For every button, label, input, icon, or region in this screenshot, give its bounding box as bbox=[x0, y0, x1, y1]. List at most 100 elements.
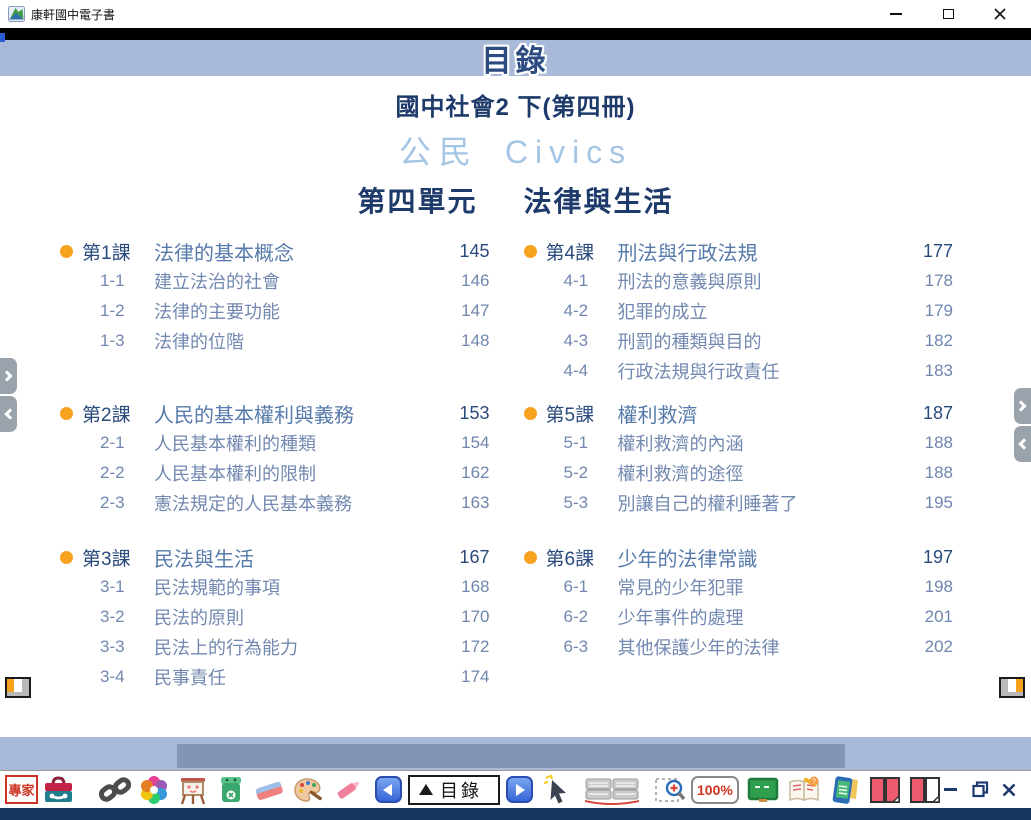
lesson-page: 187 bbox=[899, 403, 953, 424]
easel-icon[interactable] bbox=[177, 775, 209, 805]
toc-lesson-header[interactable]: 第2課 人民的基本權利與義務 153 bbox=[60, 398, 490, 428]
lesson-title: 刑法與行政法規 bbox=[618, 237, 900, 266]
toc-column-left: 第1課 法律的基本概念 145 1-1 建立法治的社會 146 1-2 法律的主… bbox=[60, 236, 490, 692]
eraser-icon[interactable] bbox=[253, 777, 285, 803]
expert-button-left[interactable]: 專家 bbox=[5, 775, 38, 804]
lesson-number: 第2課 bbox=[82, 400, 154, 427]
section-number: 3-1 bbox=[100, 577, 154, 597]
section-page: 163 bbox=[436, 493, 490, 513]
toc-lesson: 第3課 民法與生活 167 3-1 民法規範的事項 168 3-2 民法的原則 … bbox=[60, 542, 490, 692]
lesson-page: 197 bbox=[899, 547, 953, 568]
toc-column-right: 第4課 刑法與行政法規 177 4-1 刑法的意義與原則 178 4-2 犯罪的… bbox=[524, 236, 954, 692]
left-panel-collapse-tab[interactable] bbox=[0, 396, 17, 432]
page-corner-right-icon[interactable] bbox=[999, 677, 1025, 698]
toc-section-row[interactable]: 1-3 法律的位階 148 bbox=[60, 326, 490, 356]
zoom-in-icon[interactable] bbox=[655, 775, 687, 805]
zoom-level[interactable]: 100% bbox=[691, 776, 739, 804]
toc-section-row[interactable]: 1-1 建立法治的社會 146 bbox=[60, 266, 490, 296]
toc-lesson-header[interactable]: 第6課 少年的法律常識 197 bbox=[524, 542, 954, 572]
marker-icon[interactable] bbox=[333, 776, 363, 804]
section-page: 202 bbox=[899, 637, 953, 657]
section-page: 170 bbox=[436, 607, 490, 627]
toc-grid: 第1課 法律的基本概念 145 1-1 建立法治的社會 146 1-2 法律的主… bbox=[0, 220, 1031, 692]
blue-notch bbox=[0, 33, 5, 42]
toc-lesson-header[interactable]: 第5課 權利救濟 187 bbox=[524, 398, 954, 428]
toc-section-row[interactable]: 3-1 民法規範的事項 168 bbox=[60, 572, 490, 602]
page-corner-left-icon[interactable] bbox=[5, 677, 31, 698]
scroll-thumb[interactable] bbox=[177, 744, 845, 768]
recycle-bin-icon[interactable] bbox=[217, 775, 245, 805]
toc-section-row[interactable]: 1-2 法律的主要功能 147 bbox=[60, 296, 490, 326]
section-title: 民法上的行為能力 bbox=[154, 634, 436, 660]
toolbar-close-icon[interactable] bbox=[999, 780, 1019, 800]
subject-en: Civics bbox=[505, 134, 632, 170]
toc-lesson-header[interactable]: 第4課 刑法與行政法規 177 bbox=[524, 236, 954, 266]
page-indicator[interactable]: 目錄 bbox=[408, 775, 500, 805]
next-page-icon[interactable] bbox=[506, 776, 533, 803]
section-page: 146 bbox=[436, 271, 490, 291]
section-title: 常見的少年犯罪 bbox=[618, 574, 900, 600]
pointer-icon[interactable] bbox=[543, 775, 575, 805]
toc-lesson-header[interactable]: 第3課 民法與生活 167 bbox=[60, 542, 490, 572]
toc-section-row[interactable]: 6-2 少年事件的處理 201 bbox=[524, 602, 954, 632]
toc-section-row[interactable]: 4-4 行政法規與行政責任 183 bbox=[524, 356, 954, 386]
toc-section-row[interactable]: 2-3 憲法規定的人民基本義務 163 bbox=[60, 488, 490, 518]
link-icon[interactable] bbox=[99, 776, 131, 804]
section-page: 154 bbox=[436, 433, 490, 453]
section-page: 183 bbox=[899, 361, 953, 381]
left-panel-expand-tab[interactable] bbox=[0, 358, 17, 394]
toc-section-row[interactable]: 4-1 刑法的意義與原則 178 bbox=[524, 266, 954, 296]
prev-page-icon[interactable] bbox=[375, 776, 402, 803]
section-title: 民法規範的事項 bbox=[154, 574, 436, 600]
lesson-number: 第4課 bbox=[546, 238, 618, 265]
open-book-icon[interactable] bbox=[583, 775, 641, 805]
section-page: 182 bbox=[899, 331, 953, 351]
right-panel-expand-tab[interactable] bbox=[1014, 388, 1031, 424]
toolbar-minimize-icon[interactable] bbox=[941, 780, 961, 800]
toc-section-row[interactable]: 5-2 權利救濟的途徑 188 bbox=[524, 458, 954, 488]
toolbox-icon[interactable] bbox=[42, 775, 75, 805]
toc-section-row[interactable]: 5-1 權利救濟的內涵 188 bbox=[524, 428, 954, 458]
toc-section-row[interactable]: 5-3 別讓自己的權利睡著了 195 bbox=[524, 488, 954, 518]
close-icon[interactable] bbox=[989, 4, 1011, 24]
section-page: 174 bbox=[436, 667, 490, 687]
chevron-right-icon bbox=[1015, 400, 1026, 411]
section-number: 4-1 bbox=[564, 271, 618, 291]
toc-section-row[interactable]: 2-1 人民基本權利的種類 154 bbox=[60, 428, 490, 458]
chevron-right-icon bbox=[1, 370, 12, 381]
section-title: 民事責任 bbox=[154, 664, 436, 690]
section-page: 201 bbox=[899, 607, 953, 627]
section-title: 少年事件的處理 bbox=[618, 604, 900, 630]
pinwheel-icon[interactable] bbox=[139, 775, 169, 805]
workbook-icon[interactable]: ? bbox=[787, 775, 821, 805]
toc-lesson: 第1課 法律的基本概念 145 1-1 建立法治的社會 146 1-2 法律的主… bbox=[60, 236, 490, 398]
section-number: 4-3 bbox=[564, 331, 618, 351]
section-number: 5-2 bbox=[564, 463, 618, 483]
section-title: 權利救濟的內涵 bbox=[618, 430, 900, 456]
toc-lesson: 第5課 權利救濟 187 5-1 權利救濟的內涵 188 5-2 權利救濟的途徑… bbox=[524, 398, 954, 542]
maximize-icon[interactable] bbox=[937, 4, 959, 24]
toc-lesson-header[interactable]: 第1課 法律的基本概念 145 bbox=[60, 236, 490, 266]
toc-section-row[interactable]: 2-2 人民基本權利的限制 162 bbox=[60, 458, 490, 488]
two-page-view-icon[interactable] bbox=[869, 776, 901, 804]
toc-section-row[interactable]: 6-3 其他保護少年的法律 202 bbox=[524, 632, 954, 662]
toc-section-row[interactable]: 4-3 刑罰的種類與目的 182 bbox=[524, 326, 954, 356]
toc-section-row[interactable]: 3-2 民法的原則 170 bbox=[60, 602, 490, 632]
section-number: 4-4 bbox=[564, 361, 618, 381]
section-number: 3-4 bbox=[100, 667, 154, 687]
tablet-icon[interactable] bbox=[829, 775, 861, 805]
right-panel-collapse-tab[interactable] bbox=[1014, 426, 1031, 462]
one-page-view-icon[interactable] bbox=[909, 776, 941, 804]
toolbar-restore-icon[interactable] bbox=[971, 780, 991, 800]
section-number: 2-3 bbox=[100, 493, 154, 513]
blackboard-icon[interactable] bbox=[747, 776, 779, 804]
lesson-title: 人民的基本權利與義務 bbox=[154, 399, 436, 428]
page-title: 目錄 bbox=[482, 36, 550, 80]
toc-section-row[interactable]: 3-3 民法上的行為能力 172 bbox=[60, 632, 490, 662]
toc-section-row[interactable]: 6-1 常見的少年犯罪 198 bbox=[524, 572, 954, 602]
minimize-icon[interactable] bbox=[885, 4, 907, 24]
palette-icon[interactable] bbox=[293, 776, 325, 804]
toc-section-row[interactable]: 3-4 民事責任 174 bbox=[60, 662, 490, 692]
toc-section-row[interactable]: 4-2 犯罪的成立 179 bbox=[524, 296, 954, 326]
section-page: 188 bbox=[899, 433, 953, 453]
